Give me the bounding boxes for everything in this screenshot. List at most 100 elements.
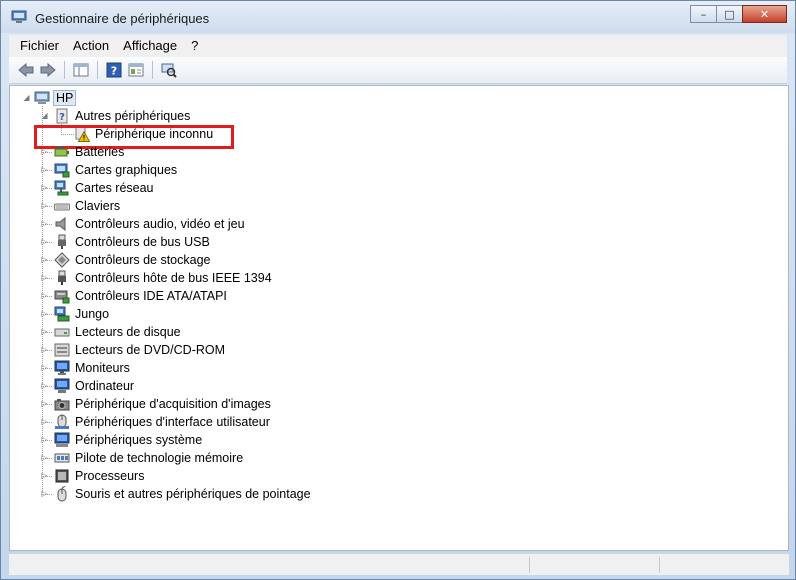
expand-arrow-icon[interactable]: ▷	[40, 273, 49, 282]
expand-arrow-icon[interactable]: ▷	[40, 489, 49, 498]
tree-item-moniteurs[interactable]: Moniteurs	[54, 359, 132, 377]
expand-arrow-icon[interactable]: ▷	[40, 327, 49, 336]
tree-label-batteries: Batteries	[75, 145, 125, 159]
tree-label-controleurs-audio-video-et-jeu: Contrôleurs audio, vidéo et jeu	[75, 217, 245, 231]
processor-icon	[55, 469, 69, 483]
console-tree-icon	[73, 63, 89, 77]
menu-help[interactable]: ?	[184, 35, 205, 57]
tree-label-controleurs-hote-de-bus-ieee-1394: Contrôleurs hôte de bus IEEE 1394	[75, 271, 272, 285]
menu-bar: Fichier Action Affichage ?	[9, 35, 787, 57]
tree-item-other-devices[interactable]: ? Autres périphériques	[54, 107, 192, 125]
menu-affichage[interactable]: Affichage	[116, 35, 184, 57]
minimize-button[interactable]: –	[690, 5, 717, 23]
tree-item-controleurs-ide-ata-atapi[interactable]: Contrôleurs IDE ATA/ATAPI	[54, 287, 229, 305]
disk-drive-icon	[54, 328, 70, 337]
expand-arrow-icon[interactable]: ▷	[40, 345, 49, 354]
tree-item-processeurs[interactable]: Processeurs	[54, 467, 146, 485]
expand-arrow-icon[interactable]: ▷	[40, 417, 49, 426]
expand-arrow-icon[interactable]: ▷	[40, 255, 49, 264]
tree-item-jungo[interactable]: Jungo	[54, 305, 111, 323]
network-adapter-icon	[54, 180, 69, 196]
tree-label-souris-et-autres-peripheriques-de-pointage: Souris et autres périphériques de pointa…	[75, 487, 311, 501]
expand-arrow-icon[interactable]: ▷	[40, 399, 49, 408]
tree-item-ordinateur[interactable]: Ordinateur	[54, 377, 136, 395]
expand-arrow-icon[interactable]: ▷	[40, 201, 49, 210]
show-hide-tree-button[interactable]	[70, 59, 92, 81]
tree-item-lecteurs-de-disque[interactable]: Lecteurs de disque	[54, 323, 183, 341]
tree-item-peripheriques-systeme[interactable]: Périphériques système	[54, 431, 204, 449]
tree-item-hp[interactable]: HP	[34, 89, 77, 107]
expand-arrow-icon[interactable]: ▷	[40, 291, 49, 300]
hid-icon	[55, 414, 69, 429]
root-expander[interactable]: ◢	[22, 93, 31, 102]
tree-item-controleurs-audio-video-et-jeu[interactable]: Contrôleurs audio, vidéo et jeu	[54, 215, 247, 233]
tree-item-batteries[interactable]: Batteries	[54, 143, 126, 161]
tree-label-root: HP	[53, 90, 77, 106]
expand-arrow-icon[interactable]: ▷	[40, 219, 49, 228]
device-manager-icon	[11, 10, 27, 23]
expand-arrow-icon[interactable]: ▷	[40, 363, 49, 372]
firewire-plug-icon	[58, 270, 66, 285]
status-panel	[529, 557, 659, 573]
title-bar[interactable]: Gestionnaire de périphériques – □ ✕	[1, 1, 795, 33]
tree-label-processeurs: Processeurs	[75, 469, 145, 483]
storage-controller-icon	[54, 252, 70, 268]
forward-button[interactable]	[37, 59, 59, 81]
ide-controller-icon	[54, 290, 70, 304]
back-button[interactable]	[15, 59, 37, 81]
expand-arrow-icon[interactable]: ▷	[40, 165, 49, 174]
speaker-icon	[55, 216, 66, 232]
toolbar-separator	[152, 61, 153, 79]
tree-label-controleurs-de-bus-usb: Contrôleurs de bus USB	[75, 235, 210, 249]
tree-label-lecteurs-de-disque: Lecteurs de disque	[75, 325, 181, 339]
scan-hardware-button[interactable]	[158, 59, 180, 81]
tree-item-controleurs-de-bus-usb[interactable]: Contrôleurs de bus USB	[54, 233, 212, 251]
expand-arrow-icon[interactable]: ▷	[40, 309, 49, 318]
tree-item-controleurs-de-stockage[interactable]: Contrôleurs de stockage	[54, 251, 213, 269]
tree-item-lecteurs-de-dvd-cd-rom[interactable]: Lecteurs de DVD/CD-ROM	[54, 341, 227, 359]
status-bar	[9, 553, 789, 575]
usb-plug-icon	[58, 234, 66, 249]
tree-label-jungo: Jungo	[75, 307, 110, 321]
properties-icon	[128, 63, 144, 77]
tree-item-cartes-reseau[interactable]: Cartes réseau	[54, 179, 156, 197]
expand-arrow-icon[interactable]: ▷	[40, 237, 49, 246]
expand-arrow-icon[interactable]: ▷	[40, 147, 49, 156]
back-arrow-icon	[18, 63, 34, 77]
maximize-button[interactable]: □	[716, 5, 743, 23]
device-tree: ◢ HP ◢ ? Autres périphériques Périphériq…	[9, 85, 789, 551]
system-device-icon	[54, 432, 70, 447]
toolbar-separator	[64, 61, 65, 79]
expand-arrow-icon[interactable]: ▷	[40, 453, 49, 462]
expand-arrow-icon[interactable]: ▷	[40, 183, 49, 192]
expand-arrow-icon[interactable]: ▷	[40, 471, 49, 480]
help-button[interactable]: ?	[103, 59, 125, 81]
tree-item-cartes-graphiques[interactable]: Cartes graphiques	[54, 161, 179, 179]
expand-arrow-icon[interactable]: ▷	[40, 435, 49, 444]
menu-fichier[interactable]: Fichier	[13, 35, 66, 57]
tree-label-other-devices: Autres périphériques	[75, 109, 191, 123]
expand-arrow-icon[interactable]: ▷	[40, 381, 49, 390]
properties-button[interactable]	[125, 59, 147, 81]
tree-item-peripherique-d-acquisition-d-images[interactable]: Périphérique d'acquisition d'images	[54, 395, 273, 413]
tree-label-peripheriques-d-interface-utilisateur: Périphériques d'interface utilisateur	[75, 415, 270, 429]
tree-item-souris-et-autres-peripheriques-de-pointage[interactable]: Souris et autres périphériques de pointa…	[54, 485, 313, 503]
tree-item-claviers[interactable]: Claviers	[54, 197, 122, 215]
forward-arrow-icon	[40, 63, 56, 77]
memory-icon	[54, 453, 70, 463]
svg-text:?: ?	[111, 65, 117, 78]
menu-action[interactable]: Action	[66, 35, 116, 57]
close-button[interactable]: ✕	[742, 5, 787, 23]
svg-text:?: ?	[59, 112, 65, 123]
tree-item-controleurs-hote-de-bus-ieee-1394[interactable]: Contrôleurs hôte de bus IEEE 1394	[54, 269, 274, 287]
battery-icon	[54, 146, 69, 157]
keyboard-icon	[54, 203, 70, 211]
tree-item-peripheriques-d-interface-utilisateur[interactable]: Périphériques d'interface utilisateur	[54, 413, 272, 431]
display-adapter-icon	[54, 163, 70, 178]
tree-label-controleurs-de-stockage: Contrôleurs de stockage	[75, 253, 211, 267]
other-devices-expander[interactable]: ◢	[40, 111, 49, 120]
toolbar: ?	[9, 57, 787, 84]
camera-icon	[54, 399, 70, 411]
tree-item-pilote-de-technologie-memoire[interactable]: Pilote de technologie mémoire	[54, 449, 245, 467]
toolbar-separator	[97, 61, 98, 79]
